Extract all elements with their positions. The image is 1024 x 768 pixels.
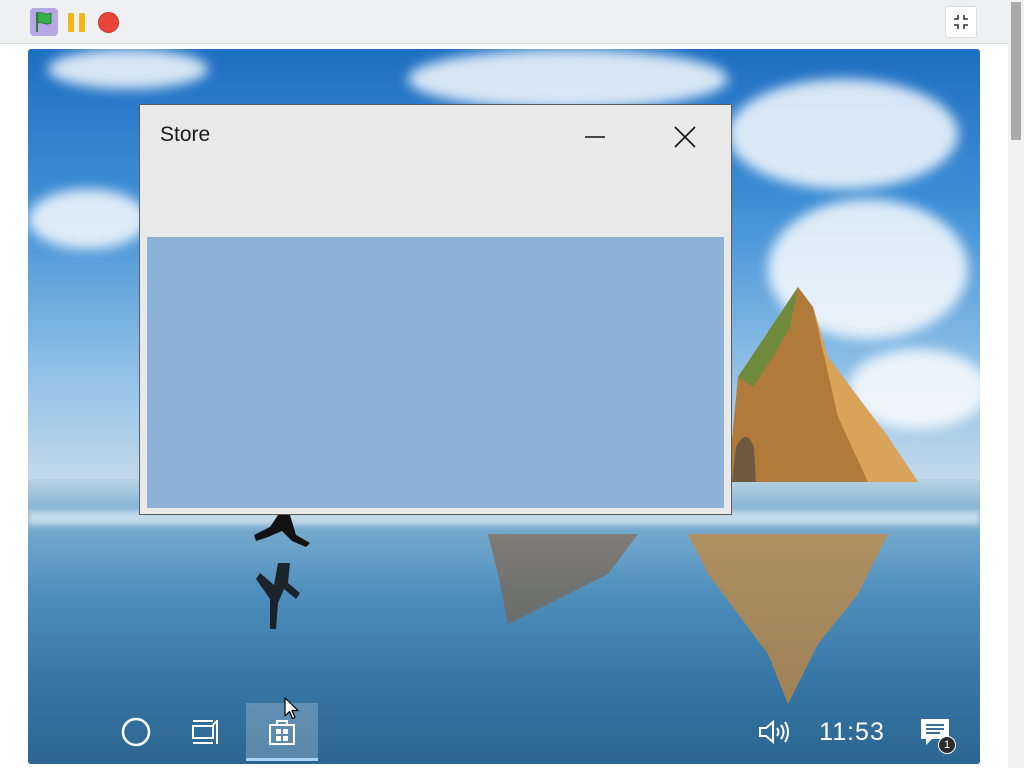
control-bar <box>0 0 1008 44</box>
mouse-cursor-icon <box>284 697 299 720</box>
action-center-button[interactable]: 1 <box>912 703 958 761</box>
desktop[interactable]: Store <box>28 49 980 764</box>
pause-icon <box>67 12 85 32</box>
cortana-button[interactable] <box>112 703 160 761</box>
taskbar-clock[interactable]: 11:53 <box>812 703 892 761</box>
exit-fullscreen-button[interactable] <box>945 6 977 38</box>
green-flag-icon <box>36 12 52 32</box>
window-content-area[interactable] <box>147 237 724 508</box>
rock-arch-image <box>728 287 918 482</box>
pause-button[interactable] <box>62 8 90 36</box>
headland-reflection-image <box>488 534 638 624</box>
rock-reflection-image <box>688 534 888 704</box>
page-scrollbar[interactable] <box>1008 0 1024 768</box>
stop-icon <box>97 11 119 33</box>
exit-fullscreen-icon <box>954 15 968 29</box>
task-view-icon <box>192 720 218 744</box>
store-icon <box>269 720 295 745</box>
minimize-button[interactable] <box>573 115 617 159</box>
green-flag-button[interactable] <box>30 8 58 36</box>
stop-button[interactable] <box>94 8 122 36</box>
close-button[interactable] <box>663 115 707 159</box>
volume-icon <box>759 719 789 745</box>
taskbar: 11:53 1 <box>28 700 980 764</box>
notification-count-badge: 1 <box>938 736 956 754</box>
task-view-button[interactable] <box>182 703 230 761</box>
volume-button[interactable] <box>754 703 794 761</box>
minimize-icon <box>585 136 605 138</box>
store-window[interactable]: Store <box>139 104 732 515</box>
cortana-circle-icon <box>121 717 151 747</box>
runner-silhouette-image <box>254 515 310 629</box>
close-icon <box>674 126 696 148</box>
taskbar-store-app[interactable] <box>246 703 318 761</box>
window-title: Store <box>160 123 211 146</box>
scrollbar-thumb[interactable] <box>1011 2 1021 140</box>
